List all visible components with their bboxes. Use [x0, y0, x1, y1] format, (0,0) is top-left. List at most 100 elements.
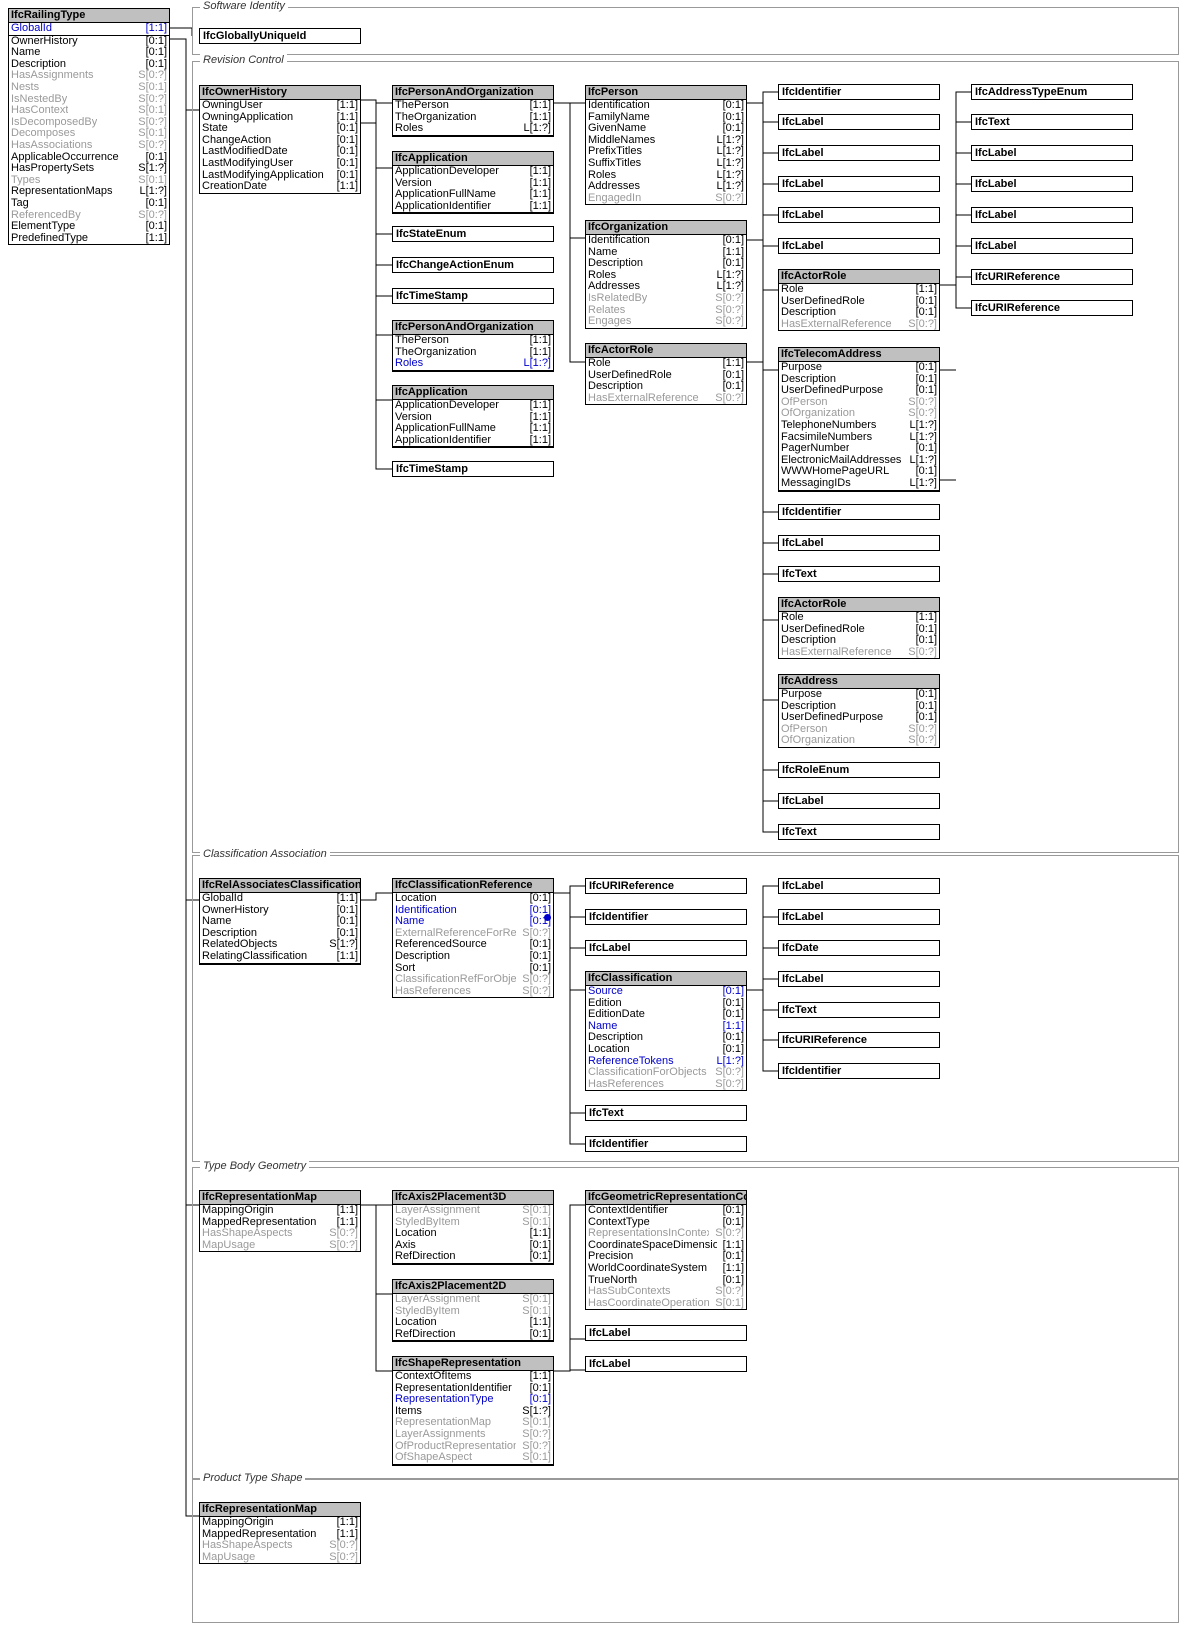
simple-type-label: IfcLabel: [589, 1327, 631, 1339]
attribute-row: State [0:1]: [200, 123, 360, 135]
simple-type-s-addrtype[interactable]: IfcAddressTypeEnum: [971, 84, 1133, 100]
entity-ifcactorrole3[interactable]: IfcActorRole Role [1:1] UserDefinedRole [0:1…: [778, 597, 940, 660]
attribute-name: Identification: [588, 235, 650, 246]
simple-type-s-ident1[interactable]: IfcIdentifier: [778, 84, 940, 100]
attribute-row: UserDefinedPurpose [0:1]: [779, 385, 939, 397]
entity-ifcownerhistory[interactable]: IfcOwnerHistory OwningUser [1:1] OwningAppl…: [199, 85, 361, 194]
simple-type-s-lbl11[interactable]: IfcLabel: [971, 238, 1133, 254]
simple-type-s-lbl2[interactable]: IfcLabel: [778, 145, 940, 161]
simple-type-s-roleenum[interactable]: IfcRoleEnum: [778, 762, 940, 778]
attribute-name: HasAssociations: [11, 139, 93, 151]
simple-type-s-lbl12[interactable]: IfcLabel: [585, 940, 747, 956]
attribute-row: UserDefinedRole [0:1]: [779, 296, 939, 308]
simple-type-s-lbl1[interactable]: IfcLabel: [778, 114, 940, 130]
simple-type-s-uri2[interactable]: IfcURIReference: [971, 300, 1133, 316]
attribute-row: CoordinateSpaceDimension [1:1]: [586, 1240, 746, 1252]
attribute-row: HasAssignments S[0:?]: [9, 70, 169, 82]
simple-type-s-lbl13[interactable]: IfcLabel: [778, 878, 940, 894]
entity-ifcactorrole1[interactable]: IfcActorRole Role [1:1] UserDefinedRole [0:1…: [585, 343, 747, 406]
attribute-name: ThePerson: [395, 100, 449, 111]
simple-type-s-txt2[interactable]: IfcText: [778, 824, 940, 840]
simple-type-s-lbl16[interactable]: IfcLabel: [585, 1325, 747, 1341]
attribute-name: ElectronicMailAddresses: [781, 454, 902, 466]
entity-ifcapplication1[interactable]: IfcApplication ApplicationDeveloper [1:1] V…: [392, 151, 554, 215]
simple-type-label: IfcIdentifier: [589, 911, 649, 923]
attribute-cardinality: S[0:?]: [908, 396, 937, 408]
attribute-row: Decomposes S[0:1]: [9, 128, 169, 140]
entity-ifcapplication2[interactable]: IfcApplication ApplicationDeveloper [1:1] V…: [392, 385, 554, 449]
attribute-row: Name [0:1]: [393, 916, 553, 928]
attribute-cardinality: S[0:?]: [715, 304, 744, 316]
entity-ifcrelassociatesclassification[interactable]: IfcRelAssociatesClassification GlobalId [1…: [199, 878, 361, 965]
entity-ifcrepresentationmap2[interactable]: IfcRepresentationMap MappingOrigin [1:1] Ma…: [199, 1502, 361, 1565]
attribute-name: Identification: [588, 100, 650, 111]
attribute-name: RefDirection: [395, 1328, 456, 1340]
attribute-row: TheOrganization [1:1]: [393, 112, 553, 124]
entity-ifcperson[interactable]: IfcPerson Identification [0:1] FamilyName [0…: [585, 85, 747, 206]
attribute-name: State: [202, 123, 228, 135]
simple-type-s-lbl7[interactable]: IfcLabel: [778, 793, 940, 809]
simple-type-s-uri4[interactable]: IfcURIReference: [778, 1032, 940, 1048]
entity-ifcorganization[interactable]: IfcOrganization Identification [0:1] Name [1…: [585, 220, 747, 329]
simple-type-s-lbl17[interactable]: IfcLabel: [585, 1356, 747, 1372]
group-title: Product Type Shape: [200, 1472, 306, 1484]
entity-ifcclassification[interactable]: IfcClassification Source [0:1] Edition [0:1]…: [585, 971, 747, 1092]
attribute-row: ClassificationRefForObjects S[0:?]: [393, 974, 553, 986]
simple-type-s-timestamp2[interactable]: IfcTimeStamp: [392, 461, 554, 477]
attribute-name: ClassificationForObjects: [588, 1067, 707, 1079]
simple-type-s-lbl4[interactable]: IfcLabel: [778, 207, 940, 223]
attribute-cardinality: S[0:?]: [138, 139, 167, 151]
simple-type-s-uri1[interactable]: IfcURIReference: [971, 269, 1133, 285]
entity-ifcpersonandorganization2[interactable]: IfcPersonAndOrganization ThePerson [1:1] Th…: [392, 320, 554, 372]
entity-ifctelecomaddress[interactable]: IfcTelecomAddress Purpose [0:1] Description…: [778, 347, 940, 492]
attribute-cardinality: [0:1]: [529, 1328, 551, 1340]
simple-type-s-lbl6[interactable]: IfcLabel: [778, 535, 940, 551]
entity-ifcaddress[interactable]: IfcAddress Purpose [0:1] Description [0:1] Us…: [778, 674, 940, 748]
attribute-cardinality: [0:1]: [722, 381, 744, 393]
attribute-name: IsNestedBy: [11, 93, 68, 105]
attribute-row: Items S[1:?]: [393, 1406, 553, 1418]
simple-type-s-lbl3[interactable]: IfcLabel: [778, 176, 940, 192]
entity-ifcrailingtype[interactable]: IfcRailingType GlobalId [1:1] OwnerHistory […: [8, 8, 170, 246]
simple-type-s-txt5[interactable]: IfcText: [778, 1002, 940, 1018]
entity-ifcclassificationreference[interactable]: IfcClassificationReference Location [0:1] I…: [392, 878, 554, 999]
simple-type-s-txt1[interactable]: IfcText: [778, 566, 940, 582]
entity-ifcgeometricrepresentationcontext[interactable]: IfcGeometricRepresentationCont ContextIde…: [585, 1190, 747, 1311]
simple-type-s-lbl5[interactable]: IfcLabel: [778, 238, 940, 254]
entity-ifcshaperepresentation[interactable]: IfcShapeRepresentation ContextOfItems [1:1…: [392, 1356, 554, 1466]
simple-type-s-date1[interactable]: IfcDate: [778, 940, 940, 956]
entity-title: IfcPerson: [586, 86, 746, 100]
attribute-row: MapUsage S[0:?]: [200, 1552, 360, 1564]
simple-type-s-lbl15[interactable]: IfcLabel: [778, 971, 940, 987]
simple-type-s-uri3[interactable]: IfcURIReference: [585, 878, 747, 894]
selection-dot[interactable]: [544, 914, 551, 921]
simple-type-s-lbl9[interactable]: IfcLabel: [971, 176, 1133, 192]
entity-ifcactorrole2[interactable]: IfcActorRole Role [1:1] UserDefinedRole [0:1…: [778, 269, 940, 332]
entity-ifcaxis2placement2d[interactable]: IfcAxis2Placement2D LayerAssignment S[0:1]…: [392, 1279, 554, 1343]
simple-type-s-ident2[interactable]: IfcIdentifier: [778, 504, 940, 520]
simple-type-s-lbl14[interactable]: IfcLabel: [778, 909, 940, 925]
simple-type-s-txt4[interactable]: IfcText: [585, 1105, 747, 1121]
entity-ifcpersonandorganization1[interactable]: IfcPersonAndOrganization ThePerson [1:1] Th…: [392, 85, 554, 137]
attribute-row: OwnerHistory [0:1]: [9, 36, 169, 48]
attribute-row: HasExternalReference S[0:?]: [779, 319, 939, 331]
attribute-name: LayerAssignment: [395, 1205, 480, 1216]
entity-ifcaxis2placement3d[interactable]: IfcAxis2Placement3D LayerAssignment S[0:1]…: [392, 1190, 554, 1265]
attribute-cardinality: [0:1]: [722, 123, 744, 135]
attribute-cardinality: S[0:1]: [522, 1452, 551, 1464]
simple-type-s-ident4[interactable]: IfcIdentifier: [585, 1136, 747, 1152]
entity-ifcrepresentationmap1[interactable]: IfcRepresentationMap MappingOrigin [1:1] Ma…: [199, 1190, 361, 1253]
simple-type-s-lbl8[interactable]: IfcLabel: [971, 145, 1133, 161]
simple-type-s-txt3[interactable]: IfcText: [971, 114, 1133, 130]
attribute-cardinality: [0:1]: [915, 712, 937, 724]
simple-type-s-timestamp1[interactable]: IfcTimeStamp: [392, 288, 554, 304]
simple-type-s-stateenum[interactable]: IfcStateEnum: [392, 226, 554, 242]
attribute-row: GivenName [0:1]: [586, 123, 746, 135]
simple-type-s-guid[interactable]: IfcGloballyUniqueId: [199, 28, 361, 44]
attribute-cardinality: [0:1]: [529, 1394, 551, 1406]
simple-type-s-ident3[interactable]: IfcIdentifier: [585, 909, 747, 925]
attribute-name: OwningUser: [202, 100, 263, 111]
simple-type-s-ident5[interactable]: IfcIdentifier: [778, 1063, 940, 1079]
simple-type-s-lbl10[interactable]: IfcLabel: [971, 207, 1133, 223]
simple-type-s-changeaction[interactable]: IfcChangeActionEnum: [392, 257, 554, 273]
